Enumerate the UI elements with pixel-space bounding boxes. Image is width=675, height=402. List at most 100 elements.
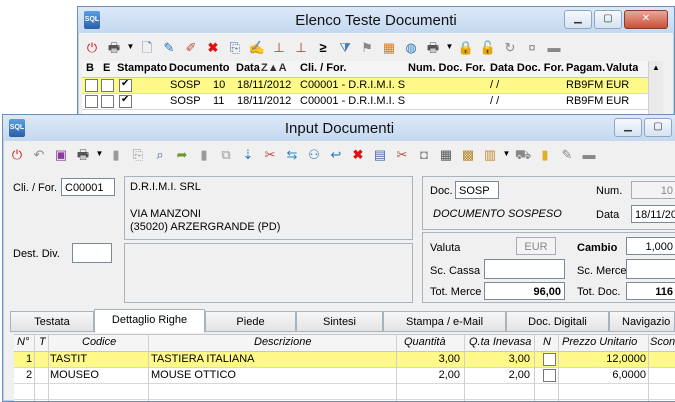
col-sconto[interactable]: Scon	[650, 336, 675, 348]
flag-icon[interactable]: ⚑	[357, 37, 377, 57]
col-sort[interactable]: Z▲A	[261, 62, 287, 74]
folder-icon[interactable]: ▬	[579, 144, 599, 164]
lock-icon[interactable]: 🔒	[456, 37, 476, 57]
close-button[interactable]: ✕	[624, 10, 668, 29]
col-cli-for[interactable]: Cli. / For.	[300, 62, 346, 74]
tot-merce-field[interactable]: 96,00	[484, 282, 565, 300]
col-codice[interactable]: Codice	[82, 336, 116, 348]
tab-piede[interactable]: Piede	[205, 311, 296, 332]
calculator-icon[interactable]: ▦	[436, 144, 456, 164]
power-icon[interactable]: ⏻	[82, 37, 102, 57]
dest-div-field[interactable]	[72, 243, 112, 263]
col-stampato[interactable]: Stampato	[117, 62, 167, 74]
edit-red-icon[interactable]: ✐	[181, 37, 201, 57]
num-field[interactable]: 10	[631, 181, 675, 199]
row-e-checkbox[interactable]	[101, 95, 114, 108]
tab-stampa-email[interactable]: Stampa / e-Mail	[383, 311, 506, 332]
power-icon[interactable]: ⏻	[7, 144, 27, 164]
duplicate-icon[interactable]: ⧉	[216, 144, 236, 164]
col-num-doc-for[interactable]: Num. Doc. For.	[408, 62, 486, 74]
form-icon[interactable]: ✍	[247, 37, 267, 57]
save-disk-icon[interactable]: ▣	[51, 144, 71, 164]
tools-icon[interactable]: ✂	[260, 144, 280, 164]
delete-x-icon[interactable]: ✖	[203, 37, 223, 57]
group-icon[interactable]: ⚇	[304, 144, 324, 164]
row-b-checkbox[interactable]	[85, 79, 98, 92]
tab-doc-digitali[interactable]: Doc. Digitali	[506, 311, 609, 332]
edit-pencil-icon[interactable]: ✎	[159, 37, 179, 57]
folder-icon[interactable]: ▬	[544, 37, 564, 57]
clipboard-icon[interactable]: ▤	[370, 144, 390, 164]
tab-testata[interactable]: Testata	[10, 311, 94, 332]
greater-equal-icon[interactable]: ≥	[313, 37, 333, 57]
return-arrow-icon[interactable]: ↩	[326, 144, 346, 164]
client-code-field[interactable]: C00001	[61, 178, 115, 196]
table-row[interactable]: 2 MOUSEO MOUSE OTTICO 2,00 2,00 6,0000	[14, 368, 675, 384]
chart-icon[interactable]: ⊥	[269, 37, 289, 57]
currency-icon[interactable]: ¤	[522, 37, 542, 57]
camera-icon[interactable]: ◘	[414, 144, 434, 164]
col-pagam[interactable]: Pagam.	[566, 62, 605, 74]
tab-navigazione[interactable]: Navigazio	[609, 311, 675, 332]
box-icon[interactable]: ▩	[458, 144, 478, 164]
row-stampato-checkbox[interactable]	[119, 95, 132, 108]
grid-color-icon[interactable]: ▦	[379, 37, 399, 57]
col-documento[interactable]: Documento	[169, 62, 230, 74]
col-qta-inevasa[interactable]: Q.ta Inevasa	[469, 336, 531, 348]
note-icon[interactable]: ▮	[535, 144, 555, 164]
copy-doc-icon[interactable]: ⎘	[225, 37, 245, 57]
table-row[interactable]: 1 TASTIT TASTIERA ITALIANA 3,00 3,00 12,…	[14, 352, 675, 368]
col-b[interactable]: B	[86, 62, 94, 74]
chevron-down-icon[interactable]: ▼	[445, 37, 454, 57]
cambio-field[interactable]: 1,000	[626, 237, 675, 255]
col-valuta[interactable]: Valuta	[606, 62, 638, 74]
sc-merce-field[interactable]	[626, 259, 675, 279]
row-b-checkbox[interactable]	[85, 95, 98, 108]
new-doc-icon[interactable]: ▮	[106, 144, 126, 164]
printer-icon[interactable]: 🖶	[73, 144, 93, 164]
filter-icon[interactable]: ⧩	[335, 37, 355, 57]
pen-icon[interactable]: ✎	[557, 144, 577, 164]
maximize-button[interactable]: ▢	[594, 10, 622, 29]
chevron-down-icon[interactable]: ▼	[502, 144, 511, 164]
open-folder-icon[interactable]: ➦	[172, 144, 192, 164]
report-icon[interactable]: ▥	[480, 144, 500, 164]
col-descrizione[interactable]: Descrizione	[254, 336, 311, 348]
tab-dettaglio-righe[interactable]: Dettaglio Righe	[94, 309, 205, 333]
col-data[interactable]: Data	[236, 62, 260, 74]
page-icon[interactable]: ▮	[194, 144, 214, 164]
chevron-down-icon[interactable]: ▼	[95, 144, 104, 164]
scissors-icon[interactable]: ✂	[392, 144, 412, 164]
tot-doc-field[interactable]: 116	[626, 282, 675, 300]
col-t[interactable]: T	[39, 336, 46, 348]
row-e-checkbox[interactable]	[101, 79, 114, 92]
tab-sintesi[interactable]: Sintesi	[296, 311, 383, 332]
back-arrow-icon[interactable]: ↶	[29, 144, 49, 164]
minimize-button[interactable]: ▁	[564, 10, 592, 29]
truck-icon[interactable]: ⛟	[513, 144, 533, 164]
row-stampato-checkbox[interactable]	[119, 79, 132, 92]
sc-cassa-field[interactable]	[484, 259, 565, 279]
table-row[interactable]: SOSP 11 18/11/2012 C00001 - D.R.I.M.I. S…	[82, 94, 662, 110]
col-n2[interactable]: N	[543, 336, 551, 348]
date-field[interactable]: 18/11/20	[631, 205, 675, 223]
scroll-up-icon[interactable]: ▲	[652, 63, 660, 72]
col-data-doc-for[interactable]: Data Doc. For.	[490, 62, 564, 74]
col-n[interactable]: N°	[17, 336, 29, 348]
row-n-checkbox[interactable]	[543, 353, 556, 366]
table-row[interactable]: SOSP 10 18/11/2012 C00001 - D.R.I.M.I. S…	[82, 78, 662, 94]
valuta-field[interactable]: EUR	[516, 237, 556, 255]
unlock-icon[interactable]: 🔓	[478, 37, 498, 57]
globe-icon[interactable]: ◍	[401, 37, 421, 57]
refresh-icon[interactable]: ↻	[500, 37, 520, 57]
search-doc-icon[interactable]: ⌕	[150, 144, 170, 164]
row-n-checkbox[interactable]	[543, 369, 556, 382]
exchange-icon[interactable]: ⇆	[282, 144, 302, 164]
table-row[interactable]	[14, 384, 675, 400]
print2-icon[interactable]: 🖶	[423, 37, 443, 57]
minimize-button[interactable]: ▁	[614, 118, 642, 137]
chevron-down-icon[interactable]: ▼	[126, 37, 135, 57]
doc-type-field[interactable]: SOSP	[455, 181, 499, 199]
col-prezzo-unitario[interactable]: Prezzo Unitario	[562, 336, 637, 348]
printer-icon[interactable]: 🖶	[104, 37, 124, 57]
